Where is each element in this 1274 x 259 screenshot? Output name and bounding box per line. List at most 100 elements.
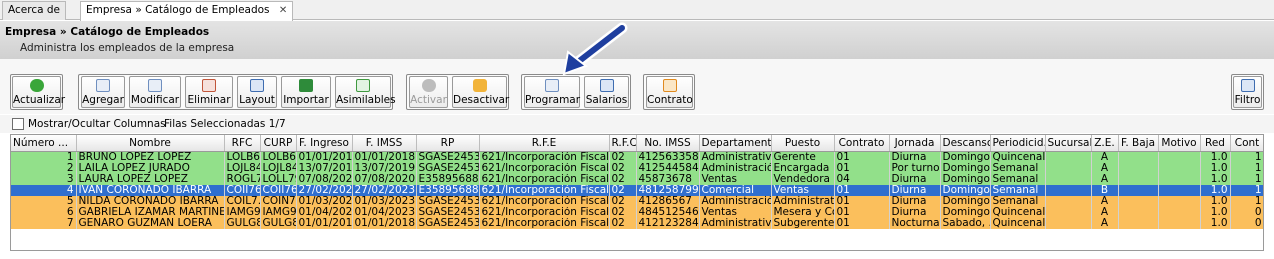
table-cell: E3589568878 — [416, 184, 480, 196]
table-cell: Mesera y Coc... — [771, 206, 835, 218]
table-cell: 07/08/2020 — [352, 173, 417, 185]
column-header[interactable]: Departamento — [699, 135, 772, 152]
table-row[interactable]: 7GENARO GUZMAN LOERAGULG8...GULG8...01/0… — [11, 217, 1263, 229]
column-header[interactable]: R.F.E — [479, 135, 610, 152]
table-cell: Ventas — [699, 206, 772, 218]
table-cell: 01 — [834, 162, 890, 174]
table-cell: Subgerente — [771, 217, 835, 229]
table-cell: 01/03/2023 — [296, 195, 353, 207]
export-document-icon — [356, 79, 370, 92]
eliminar-button[interactable]: Eliminar — [185, 76, 233, 108]
table-row[interactable]: 3LAURA LOPEZ LOPEZROGL7...LOLL79...07/08… — [11, 173, 1263, 185]
table-row[interactable]: 2LAILA LOPEZ JURADOLOJL84...LOJL84...13/… — [11, 162, 1263, 174]
table-cell: 1.0 — [1200, 151, 1231, 163]
table-cell: 01 — [834, 151, 890, 163]
actualizar-button[interactable]: Actualizar — [12, 76, 65, 108]
table-cell — [1118, 195, 1159, 207]
column-header[interactable]: F. Ingreso — [296, 135, 353, 152]
column-header[interactable]: Jornada — [889, 135, 941, 152]
table-cell: LAURA LOPEZ LOPEZ — [76, 173, 225, 185]
column-header[interactable]: Cont — [1230, 135, 1263, 152]
pointer-arrow-icon — [562, 22, 628, 76]
column-header[interactable]: Descanso — [940, 135, 991, 152]
table-cell: Por turnos — [889, 162, 941, 174]
table-cell: Ventas — [699, 173, 772, 185]
column-header[interactable]: Número ... — [11, 135, 77, 152]
page-title: Empresa » Catálogo de Empleados — [5, 26, 210, 38]
layout-button[interactable]: Layout — [237, 76, 277, 108]
table-cell: 621/Incorporación Fiscal — [479, 195, 610, 207]
table-cell: Quincenal — [990, 206, 1046, 218]
toolbar-group-contract: Contrato — [643, 74, 695, 110]
column-header[interactable]: F. IMSS — [352, 135, 417, 152]
table-cell: Ventas — [771, 184, 835, 196]
contrato-button[interactable]: Contrato — [646, 76, 693, 108]
table-cell: IVAN CORONADO IBARRA — [76, 184, 225, 196]
tab-catalogo-empleados[interactable]: Empresa » Catálogo de Empleados ✕ — [80, 1, 294, 21]
table-cell: 1.0 — [1200, 173, 1231, 185]
tab-acerca-de[interactable]: Acerca de — [2, 1, 66, 20]
column-header[interactable]: Red — [1200, 135, 1231, 152]
table-cell: Diurna — [889, 195, 941, 207]
column-header[interactable]: R.F.C — [609, 135, 637, 152]
column-header[interactable]: CURP — [260, 135, 297, 152]
table-cell: Diurna — [889, 184, 941, 196]
table-cell: A — [1091, 206, 1119, 218]
table-cell: A — [1091, 151, 1119, 163]
close-icon[interactable]: ✕ — [279, 5, 287, 16]
table-cell: Nocturna — [889, 217, 941, 229]
column-header[interactable]: Nombre — [76, 135, 225, 152]
table-cell: 02 — [609, 162, 637, 174]
table-cell: IAMG9... — [260, 206, 297, 218]
agregar-button[interactable]: Agregar — [81, 76, 125, 108]
column-header[interactable]: Contrato — [834, 135, 890, 152]
table-cell: 4121232848... — [636, 217, 700, 229]
table-row[interactable]: 5NILDA CORONADO IBARRACOIL7...COIN7...01… — [11, 195, 1263, 207]
filtro-button[interactable]: Filtro — [1233, 76, 1262, 108]
table-cell — [1158, 206, 1201, 218]
toolbar-group-status: Activar Desactivar — [406, 74, 509, 110]
table-cell: ROGL7... — [224, 173, 261, 185]
column-header[interactable]: F. Baja — [1118, 135, 1159, 152]
column-header[interactable]: RP — [416, 135, 480, 152]
table-cell: 1.0 — [1200, 162, 1231, 174]
table-row[interactable]: 6GABRIELA IZAMAR MARTINEZIAMG9...IAMG9..… — [11, 206, 1263, 218]
modificar-button[interactable]: Modificar — [129, 76, 181, 108]
column-header[interactable]: Motivo — [1158, 135, 1201, 152]
modificar-label: Modificar — [130, 94, 180, 106]
check-icon — [421, 79, 436, 92]
table-cell: Administrativo — [699, 151, 772, 163]
table-cell: 01/04/2023 — [352, 206, 417, 218]
activar-button[interactable]: Activar — [409, 76, 448, 108]
column-header[interactable]: Sucursal — [1045, 135, 1092, 152]
column-header[interactable]: Puesto — [771, 135, 835, 152]
table-row[interactable]: 1BRUNO LOPEZ LOPEZLOLB6...LOLB69...01/01… — [11, 151, 1263, 163]
table-cell: 27/02/2023 — [296, 184, 353, 196]
table-cell: Vendedora — [771, 173, 835, 185]
table-cell — [1118, 151, 1159, 163]
table-cell: Diurna — [889, 206, 941, 218]
programar-label: Programar — [525, 94, 581, 106]
desactivar-button[interactable]: Desactivar — [452, 76, 509, 108]
table-cell — [1158, 195, 1201, 207]
table-cell: 02 — [609, 184, 637, 196]
table-cell: Sabado, ... — [940, 217, 991, 229]
table-cell: 412544584 — [636, 162, 700, 174]
show-columns-checkbox[interactable] — [12, 118, 24, 130]
table-cell: 01/01/2018 — [296, 217, 353, 229]
column-header[interactable]: Periodicid... — [990, 135, 1046, 152]
table-cell: 621/Incorporación Fiscal — [479, 162, 610, 174]
table-cell: Gerente — [771, 151, 835, 163]
table-cell: GENARO GUZMAN LOERA — [76, 217, 225, 229]
column-header[interactable]: Z.E. — [1091, 135, 1119, 152]
column-header[interactable]: RFC — [224, 135, 261, 152]
column-header[interactable]: No. IMSS — [636, 135, 700, 152]
table-cell: NILDA CORONADO IBARRA — [76, 195, 225, 207]
table-cell: A — [1091, 173, 1119, 185]
asimilables-button[interactable]: Asimilables — [335, 76, 396, 108]
table-cell: 1 — [1230, 151, 1263, 163]
table-row[interactable]: 4IVAN CORONADO IBARRACOII76...COII76...2… — [11, 184, 1263, 196]
importar-button[interactable]: Importar — [281, 76, 331, 108]
asimilables-label: Asimilables — [336, 94, 396, 106]
table-cell: 01 — [834, 184, 890, 196]
